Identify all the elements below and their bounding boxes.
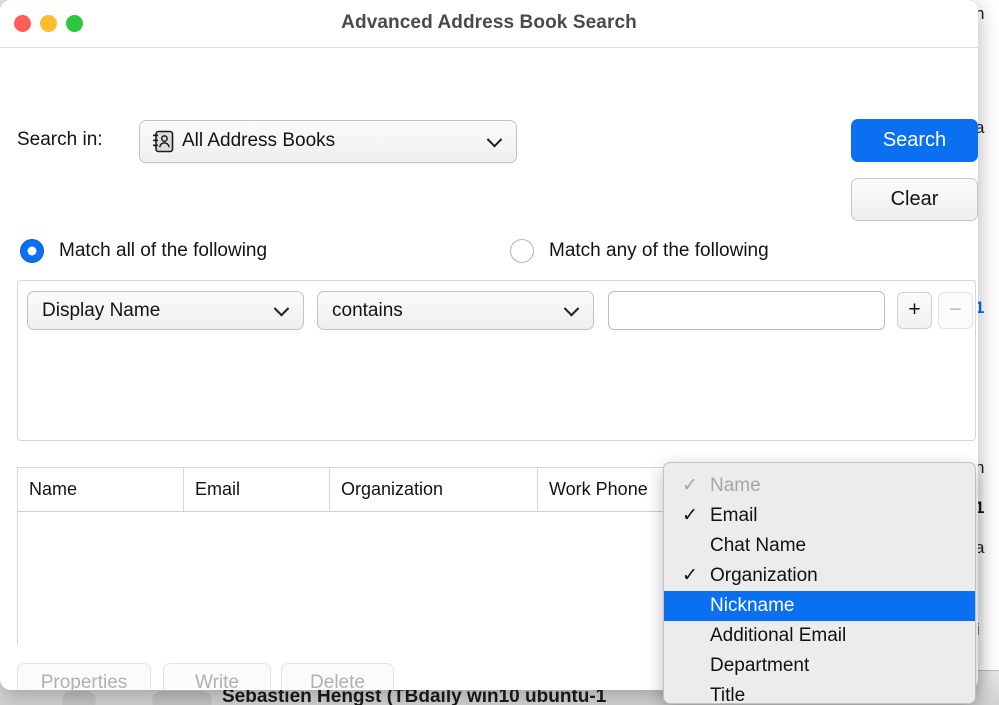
menu-item-organization[interactable]: ✓ Organization: [664, 561, 975, 591]
menu-item-label: Chat Name: [710, 535, 806, 556]
search-in-value: All Address Books: [182, 130, 335, 152]
delete-button: Delete: [281, 663, 394, 690]
column-picker-menu: ✓ Name ✓ Email Chat Name ✓ Organization …: [663, 462, 976, 704]
criteria-value-input[interactable]: [608, 291, 885, 330]
criteria-operator-dropdown[interactable]: contains: [317, 291, 594, 330]
search-criteria-panel: Display Name contains + −: [17, 280, 976, 441]
criteria-row: Display Name contains + −: [27, 291, 973, 330]
criteria-field-dropdown[interactable]: Display Name: [27, 291, 304, 330]
menu-item-label: Nickname: [710, 595, 794, 616]
column-header-name[interactable]: Name: [18, 468, 184, 511]
menu-item-label: Name: [710, 475, 761, 496]
check-icon: ✓: [682, 501, 698, 531]
write-button: Write: [163, 663, 271, 690]
menu-item-label: Department: [710, 655, 809, 676]
criteria-field-value: Display Name: [42, 300, 160, 322]
menu-item-email[interactable]: ✓ Email: [664, 501, 975, 531]
check-icon: ✓: [682, 561, 698, 591]
chevron-down-icon: [276, 303, 289, 316]
column-header-email[interactable]: Email: [184, 468, 330, 511]
chevron-down-icon: [566, 303, 579, 316]
match-all-label: Match all of the following: [59, 240, 267, 262]
match-any-radio[interactable]: Match any of the following: [510, 239, 769, 263]
match-any-label: Match any of the following: [549, 240, 769, 262]
menu-item-title[interactable]: Title: [664, 681, 975, 704]
chevron-down-icon: [489, 134, 502, 147]
add-criteria-button[interactable]: +: [897, 292, 932, 329]
menu-item-label: Additional Email: [710, 625, 846, 646]
menu-item-chat-name[interactable]: Chat Name: [664, 531, 975, 561]
menu-item-label: Organization: [710, 565, 818, 586]
check-icon: ✓: [682, 471, 698, 501]
background-avatar: [152, 691, 212, 705]
search-button[interactable]: Search: [851, 119, 978, 162]
menu-item-label: Title: [710, 685, 745, 704]
menu-item-nickname[interactable]: Nickname: [664, 591, 975, 621]
criteria-operator-value: contains: [332, 300, 403, 322]
clear-button[interactable]: Clear: [851, 178, 978, 221]
menu-item-additional-email[interactable]: Additional Email: [664, 621, 975, 651]
column-header-organization[interactable]: Organization: [330, 468, 538, 511]
background-avatar: [62, 691, 96, 705]
address-book-icon: [152, 130, 174, 153]
menu-item-name: ✓ Name: [664, 471, 975, 501]
menu-item-department[interactable]: Department: [664, 651, 975, 681]
properties-button: Properties: [17, 663, 151, 690]
radio-selected-icon: [20, 239, 44, 263]
radio-unselected-icon: [510, 239, 534, 263]
search-in-label: Search in:: [17, 129, 103, 151]
match-all-radio[interactable]: Match all of the following: [20, 239, 267, 263]
menu-item-label: Email: [710, 505, 758, 526]
window-title: Advanced Address Book Search: [0, 12, 978, 34]
remove-criteria-button: −: [938, 292, 973, 329]
search-in-dropdown[interactable]: All Address Books: [139, 120, 517, 163]
title-bar: Advanced Address Book Search: [0, 0, 978, 48]
